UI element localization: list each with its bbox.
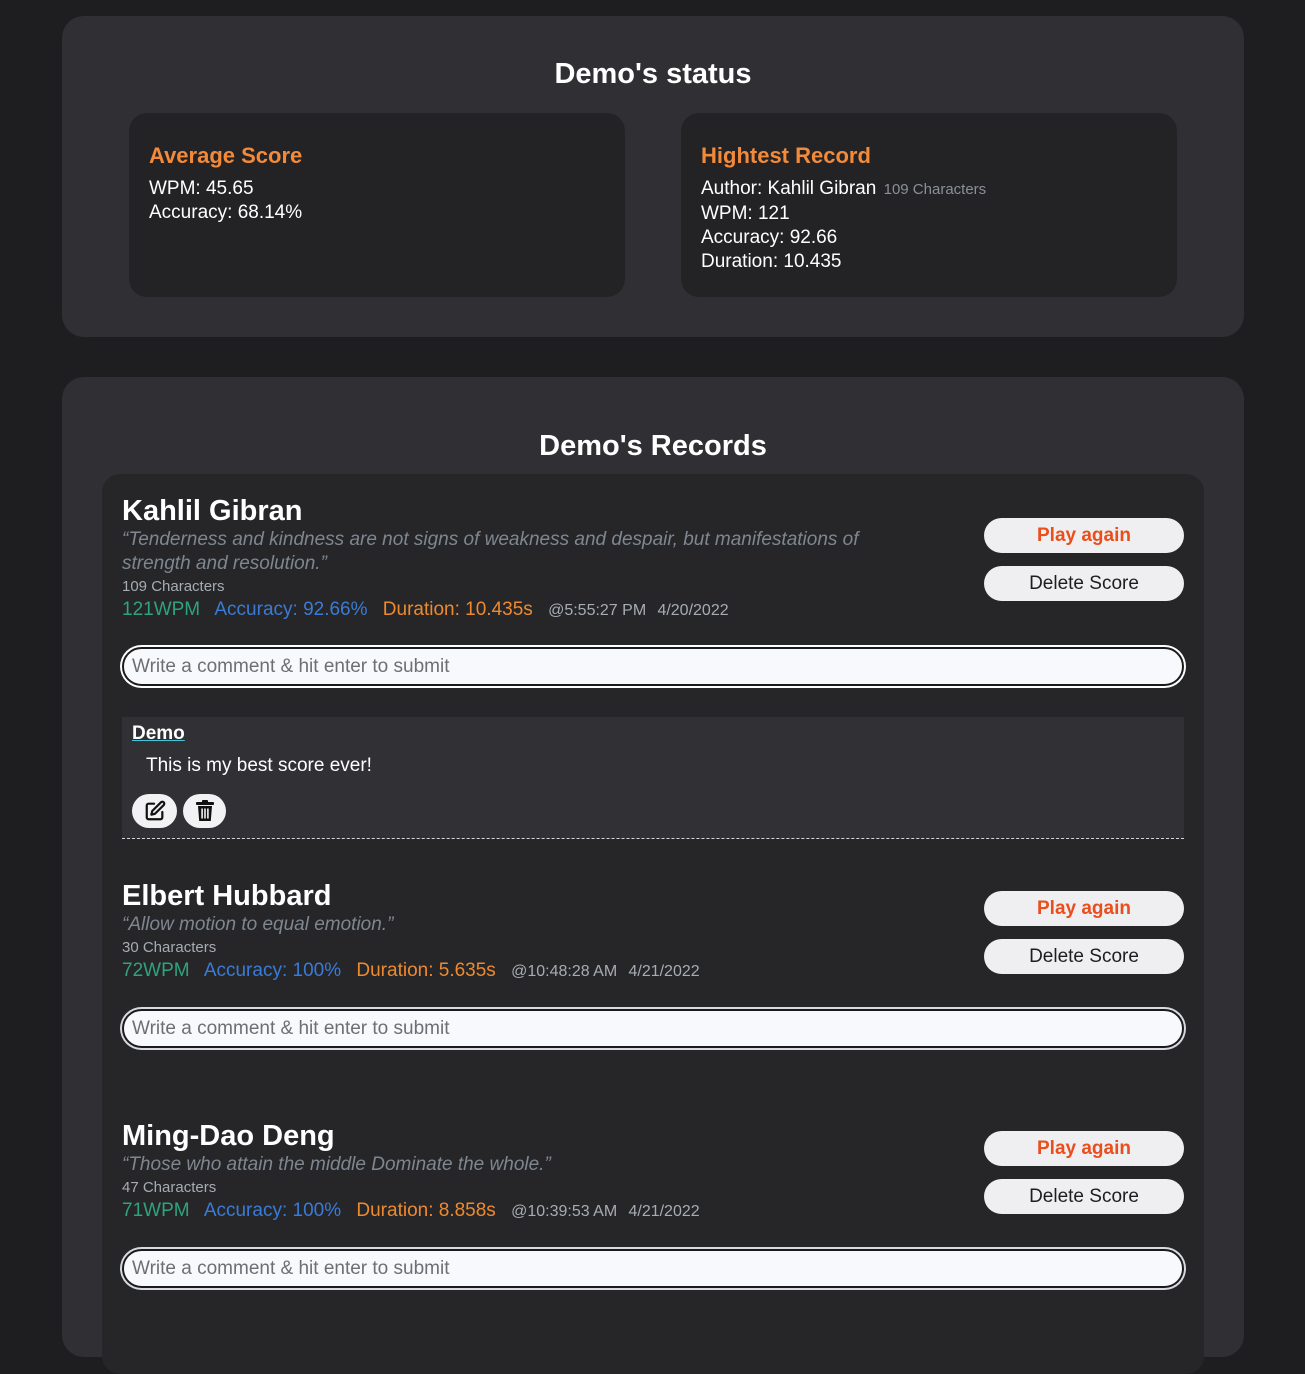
comment-input[interactable] [122, 647, 1184, 686]
record-time: @5:55:27 PM [548, 602, 647, 619]
play-again-button[interactable]: Play again [984, 891, 1184, 926]
trash-icon [195, 800, 214, 821]
record-duration: Duration: 10.435s [382, 599, 533, 620]
edit-comment-button[interactable] [132, 794, 177, 828]
delete-comment-button[interactable] [183, 794, 226, 828]
edit-icon [145, 800, 165, 821]
highest-duration: Duration: 10.435 [701, 251, 842, 272]
delete-score-button[interactable]: Delete Score [984, 1179, 1184, 1214]
delete-score-button[interactable]: Delete Score [984, 939, 1184, 974]
average-score-title: Average Score [149, 143, 303, 168]
record-quote: “Those who attain the middle Dominate th… [122, 1154, 551, 1175]
record-time: @10:48:28 AM [511, 963, 618, 980]
comment-text: This is my best score ever! [146, 755, 372, 776]
highest-wpm: WPM: 121 [701, 203, 790, 224]
play-again-button[interactable]: Play again [984, 518, 1184, 553]
record-item: Ming-Dao Deng “Those who attain the midd… [122, 1119, 1184, 1299]
record-accuracy: Accuracy: 100% [203, 1200, 342, 1221]
comment: Demo This is my best score ever! [122, 717, 1184, 839]
highest-record-title: Hightest Record [701, 143, 871, 168]
record-accuracy: Accuracy: 100% [203, 960, 342, 981]
records-title: Demo's Records [539, 430, 767, 462]
record-time: @10:39:53 AM [511, 1203, 618, 1220]
record-item: Elbert Hubbard “Allow motion to equal em… [122, 879, 1184, 1059]
record-quote: “Allow motion to equal emotion.” [122, 914, 394, 935]
record-date: 4/21/2022 [628, 963, 700, 980]
average-accuracy: Accuracy: 68.14% [149, 202, 303, 223]
record-wpm: 72WPM [122, 960, 190, 981]
status-title: Demo's status [554, 58, 752, 90]
highest-record-card: Hightest Record Author: Kahlil Gibran 10… [681, 113, 1177, 297]
average-score-card: Average Score WPM: 45.65 Accuracy: 68.14… [129, 113, 625, 297]
records-panel: Demo's Records Kahlil Gibran “Tenderness… [62, 377, 1244, 1374]
record-wpm: 71WPM [122, 1200, 190, 1221]
record-duration: Duration: 5.635s [356, 960, 496, 981]
record-date: 4/21/2022 [628, 1203, 700, 1220]
record-item: Kahlil Gibran “Tenderness and kindness a… [122, 494, 1184, 844]
records-list: Kahlil Gibran “Tenderness and kindness a… [102, 474, 1204, 1374]
record-stats: 121WPM Accuracy: 92.66% Duration: 10.435… [122, 598, 1184, 623]
highest-accuracy: Accuracy: 92.66 [701, 227, 838, 248]
average-wpm: WPM: 45.65 [149, 178, 254, 199]
delete-score-button[interactable]: Delete Score [984, 566, 1184, 601]
highest-author-line: Author: Kahlil Gibran 109 Characters [701, 177, 1157, 202]
record-duration: Duration: 8.858s [356, 1200, 496, 1221]
record-date: 4/20/2022 [657, 602, 729, 619]
record-accuracy: Accuracy: 92.66% [214, 599, 368, 620]
play-again-button[interactable]: Play again [984, 1131, 1184, 1166]
record-quote: “Tenderness and kindness are not signs o… [122, 529, 859, 574]
comment-input[interactable] [122, 1009, 1184, 1048]
highest-characters: 109 Characters [883, 181, 987, 198]
comment-input[interactable] [122, 1249, 1184, 1288]
comment-user-link[interactable]: Demo [132, 723, 185, 745]
record-wpm: 121WPM [122, 599, 201, 620]
status-panel: Demo's status Average Score WPM: 45.65 A… [62, 16, 1244, 337]
highest-author: Author: Kahlil Gibran [701, 178, 877, 199]
